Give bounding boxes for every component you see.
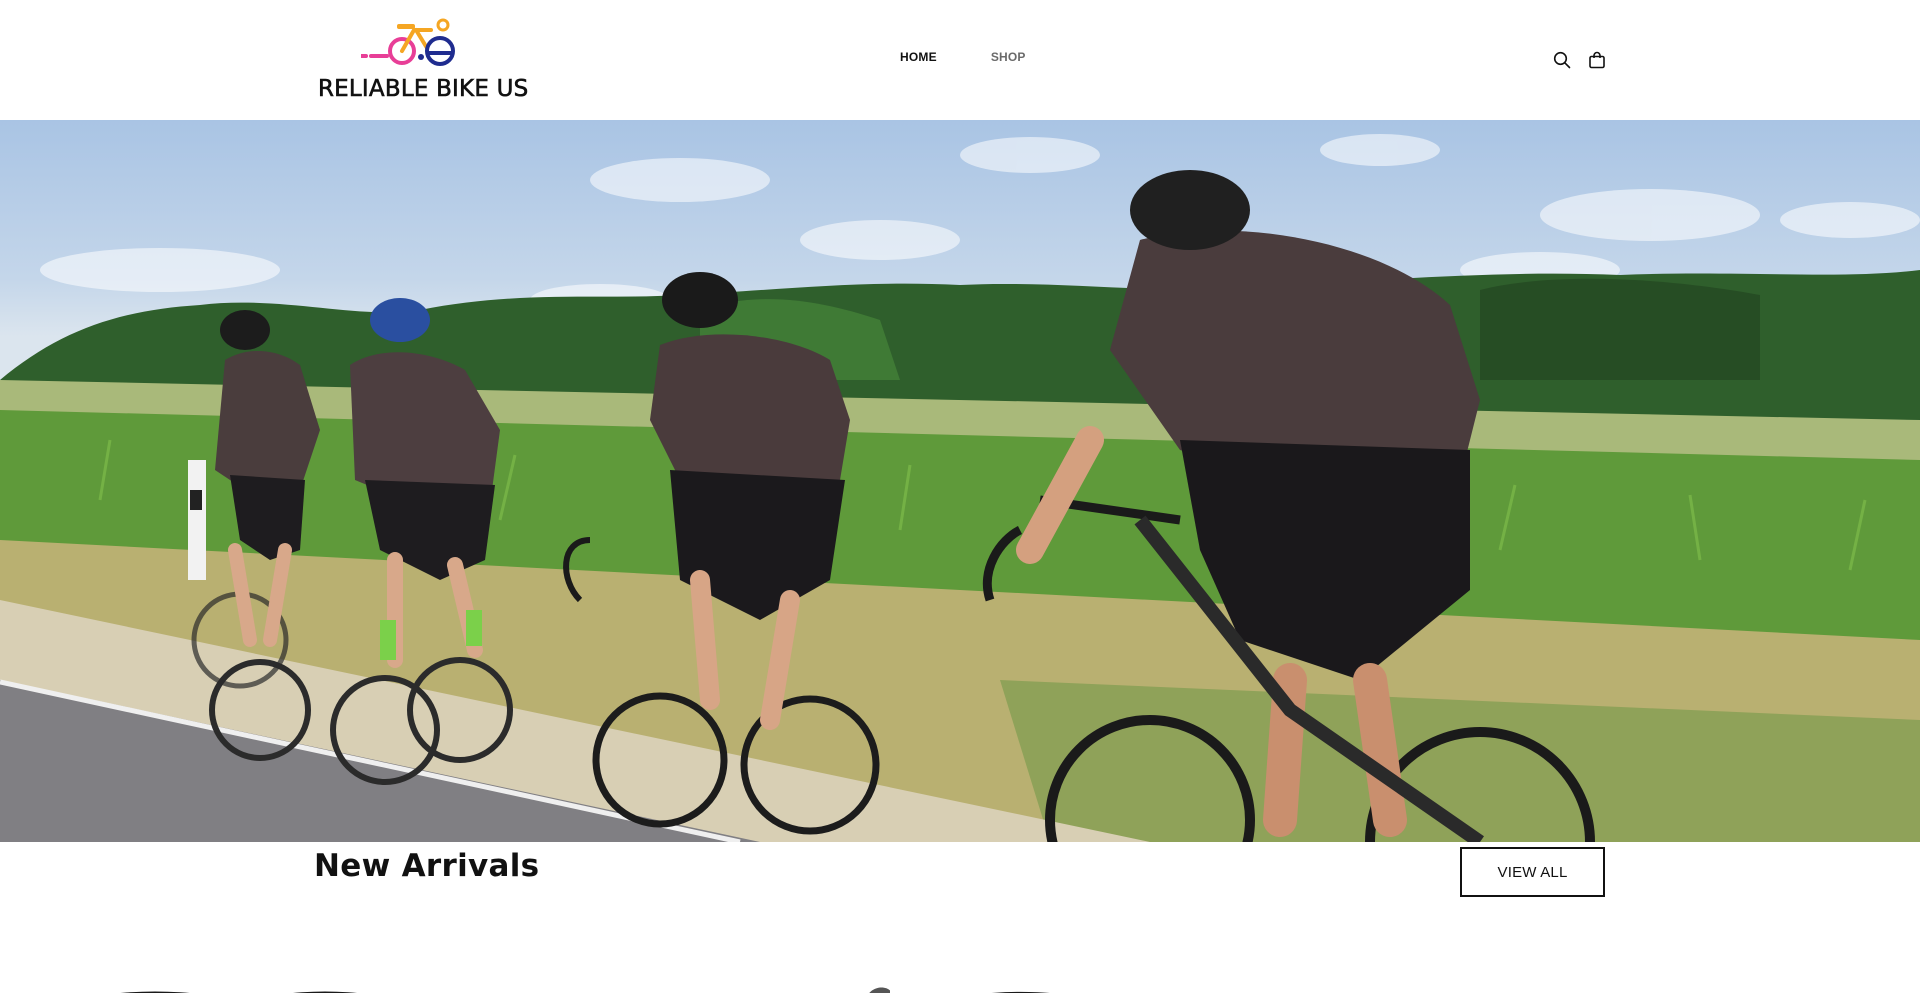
site-logo[interactable]: RELIABLE BIKE US bbox=[318, 18, 534, 104]
brand-name: RELIABLE BIKE US bbox=[318, 76, 529, 103]
view-all-button[interactable]: VIEW ALL bbox=[1460, 847, 1605, 897]
product-image-1[interactable] bbox=[95, 978, 375, 993]
main-nav: HOME SHOP bbox=[900, 50, 1026, 64]
product-image-2[interactable] bbox=[860, 978, 1100, 993]
shopping-bag-icon[interactable] bbox=[1588, 51, 1606, 69]
bicycle-logo-icon bbox=[361, 18, 455, 66]
site-header: RELIABLE BIKE US HOME SHOP bbox=[0, 0, 1920, 120]
hero-banner bbox=[0, 120, 1920, 842]
new-arrivals-title: New Arrivals bbox=[314, 848, 540, 884]
road-cyclists-photo bbox=[0, 134, 1920, 842]
search-icon[interactable] bbox=[1553, 51, 1571, 69]
nav-home[interactable]: HOME bbox=[900, 50, 937, 64]
nav-shop[interactable]: SHOP bbox=[991, 50, 1026, 64]
